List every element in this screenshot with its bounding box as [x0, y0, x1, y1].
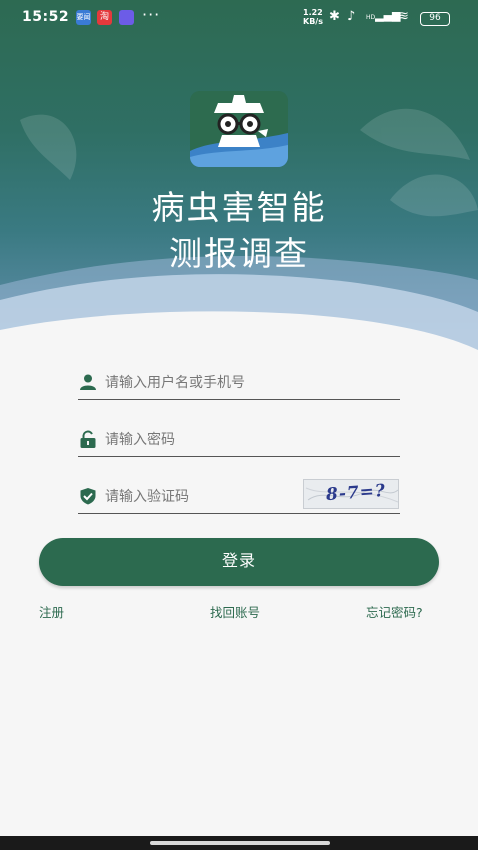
- password-input[interactable]: [105, 429, 315, 451]
- status-time: 15:52: [22, 9, 70, 25]
- home-indicator[interactable]: [150, 841, 330, 845]
- app-title-line2: 测报调查: [169, 234, 309, 273]
- network-speed: 1.22 KB/s: [303, 8, 323, 26]
- more-notifications-icon: ···: [142, 5, 161, 24]
- app-logo: [190, 91, 288, 167]
- captcha-text: 8-7=?: [325, 480, 387, 506]
- login-button[interactable]: 登录: [39, 538, 439, 586]
- battery-icon: 96: [420, 12, 450, 26]
- news-app-icon: 要闻: [76, 10, 91, 25]
- login-screen: 15:52 要闻 淘 ··· 1.22KB/s ✱ ♪ HD▂▄▆ ≋ 96: [0, 0, 478, 850]
- system-nav-bar: [0, 836, 478, 850]
- signal-label: HD: [366, 14, 376, 21]
- net-speed-unit: KB/s: [303, 17, 323, 26]
- wifi-icon: ≋: [398, 9, 409, 24]
- status-bar: 15:52 要闻 淘 ··· 1.22 KB/s ✱ ♪ HD▂▄▆ ≋ 96: [0, 0, 478, 36]
- captcha-field: 8-7=?: [78, 479, 400, 514]
- password-field: [78, 423, 400, 457]
- shield-check-icon: [80, 488, 96, 505]
- app-title-line1: 病虫害智能: [151, 188, 327, 227]
- bluetooth-icon: ✱: [329, 9, 340, 24]
- net-speed-value: 1.22: [303, 8, 323, 17]
- username-input[interactable]: [105, 372, 315, 394]
- username-field: [78, 366, 400, 400]
- captcha-image[interactable]: 8-7=?: [303, 479, 399, 509]
- chat-app-icon: [119, 10, 134, 25]
- mute-bell-icon: ♪: [347, 9, 356, 24]
- recover-account-link[interactable]: 找回账号: [210, 602, 260, 621]
- user-icon: [80, 374, 96, 390]
- register-link[interactable]: 注册: [39, 602, 64, 621]
- signal-icon: HD▂▄▆: [366, 9, 401, 22]
- forgot-password-link[interactable]: 忘记密码?: [366, 602, 423, 621]
- taobao-icon: 淘: [97, 10, 112, 25]
- captcha-input[interactable]: [105, 486, 315, 508]
- header-banner: 15:52 要闻 淘 ··· 1.22KB/s ✱ ♪ HD▂▄▆ ≋ 96: [0, 0, 478, 372]
- lock-icon: [80, 430, 96, 448]
